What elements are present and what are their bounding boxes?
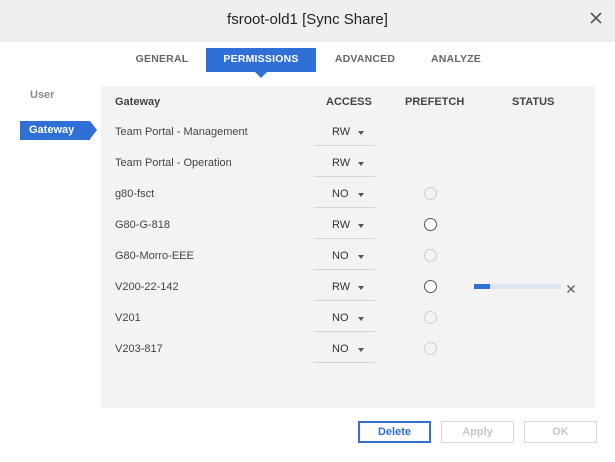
delete-button[interactable]: Delete bbox=[358, 421, 431, 443]
table-row: V200-22-142 RW bbox=[101, 272, 595, 303]
chevron-down-icon bbox=[358, 348, 364, 352]
access-value: RW bbox=[332, 219, 351, 231]
chevron-down-icon bbox=[358, 162, 364, 166]
chevron-down-icon bbox=[358, 286, 364, 290]
access-select[interactable]: RW bbox=[314, 212, 375, 239]
prefetch-radio bbox=[424, 249, 437, 262]
gateway-permissions-panel: Gateway ACCESS PREFETCH STATUS Team Port… bbox=[101, 86, 595, 408]
ok-button[interactable]: OK bbox=[524, 421, 597, 443]
column-header-status: STATUS bbox=[512, 96, 555, 108]
table-row: V203-817 NO bbox=[101, 334, 595, 365]
chevron-down-icon bbox=[358, 193, 364, 197]
chevron-down-icon bbox=[358, 131, 364, 135]
tab-active-caret bbox=[255, 72, 267, 78]
table-row: Team Portal - Operation RW bbox=[101, 148, 595, 179]
prefetch-radio bbox=[424, 187, 437, 200]
tab-advanced[interactable]: ADVANCED bbox=[326, 48, 404, 72]
column-header-gateway: Gateway bbox=[115, 96, 161, 108]
gateway-name: Team Portal - Management bbox=[115, 126, 248, 138]
table-row: Team Portal - Management RW bbox=[101, 117, 595, 148]
gateway-name: V201 bbox=[115, 312, 141, 324]
sidebar-item-user[interactable]: User bbox=[20, 86, 90, 105]
apply-button[interactable]: Apply bbox=[441, 421, 514, 443]
access-value: NO bbox=[332, 343, 349, 355]
sync-progress-bar bbox=[474, 284, 561, 289]
cancel-sync-close-icon[interactable] bbox=[566, 281, 576, 293]
tab-bar: GENERAL PERMISSIONS ADVANCED ANALYZE bbox=[0, 48, 615, 78]
table-row: V201 NO bbox=[101, 303, 595, 334]
table-row: g80-fsct NO bbox=[101, 179, 595, 210]
access-select[interactable]: NO bbox=[314, 336, 375, 363]
prefetch-radio[interactable] bbox=[424, 218, 437, 231]
access-value: RW bbox=[332, 281, 351, 293]
access-value: RW bbox=[332, 126, 351, 138]
access-select[interactable]: NO bbox=[314, 305, 375, 332]
tab-permissions[interactable]: PERMISSIONS bbox=[206, 48, 316, 78]
table-row: G80-Morro-EEE NO bbox=[101, 241, 595, 272]
tab-permissions-label: PERMISSIONS bbox=[223, 53, 299, 65]
access-select[interactable]: NO bbox=[314, 243, 375, 270]
gateway-name: V200-22-142 bbox=[115, 281, 179, 293]
access-select[interactable]: RW bbox=[314, 274, 375, 301]
gateway-name: g80-fsct bbox=[115, 188, 155, 200]
access-value: RW bbox=[332, 157, 351, 169]
gateway-name: G80-G-818 bbox=[115, 219, 171, 231]
access-value: NO bbox=[332, 250, 349, 262]
chevron-down-icon bbox=[358, 224, 364, 228]
access-value: NO bbox=[332, 188, 349, 200]
access-select[interactable]: RW bbox=[314, 119, 375, 146]
sync-progress-fill bbox=[474, 284, 490, 289]
tab-general[interactable]: GENERAL bbox=[124, 48, 200, 72]
prefetch-radio bbox=[424, 342, 437, 355]
table-row: G80-G-818 RW bbox=[101, 210, 595, 241]
access-select[interactable]: RW bbox=[314, 150, 375, 177]
access-value: NO bbox=[332, 312, 349, 324]
gateway-name: V203-817 bbox=[115, 343, 163, 355]
column-header-access: ACCESS bbox=[326, 96, 372, 108]
gateway-name: Team Portal - Operation bbox=[115, 157, 232, 169]
prefetch-radio[interactable] bbox=[424, 280, 437, 293]
dialog-header: fsroot-old1 [Sync Share] bbox=[0, 0, 615, 42]
prefetch-radio bbox=[424, 311, 437, 324]
chevron-down-icon bbox=[358, 317, 364, 321]
close-icon[interactable] bbox=[587, 9, 605, 27]
tab-analyze[interactable]: ANALYZE bbox=[420, 48, 492, 72]
sidebar-item-gateway[interactable]: Gateway bbox=[20, 121, 97, 140]
dialog-title: fsroot-old1 [Sync Share] bbox=[227, 11, 388, 28]
chevron-down-icon bbox=[358, 255, 364, 259]
access-select[interactable]: NO bbox=[314, 181, 375, 208]
column-header-prefetch: PREFETCH bbox=[405, 96, 465, 108]
gateway-name: G80-Morro-EEE bbox=[115, 250, 194, 262]
